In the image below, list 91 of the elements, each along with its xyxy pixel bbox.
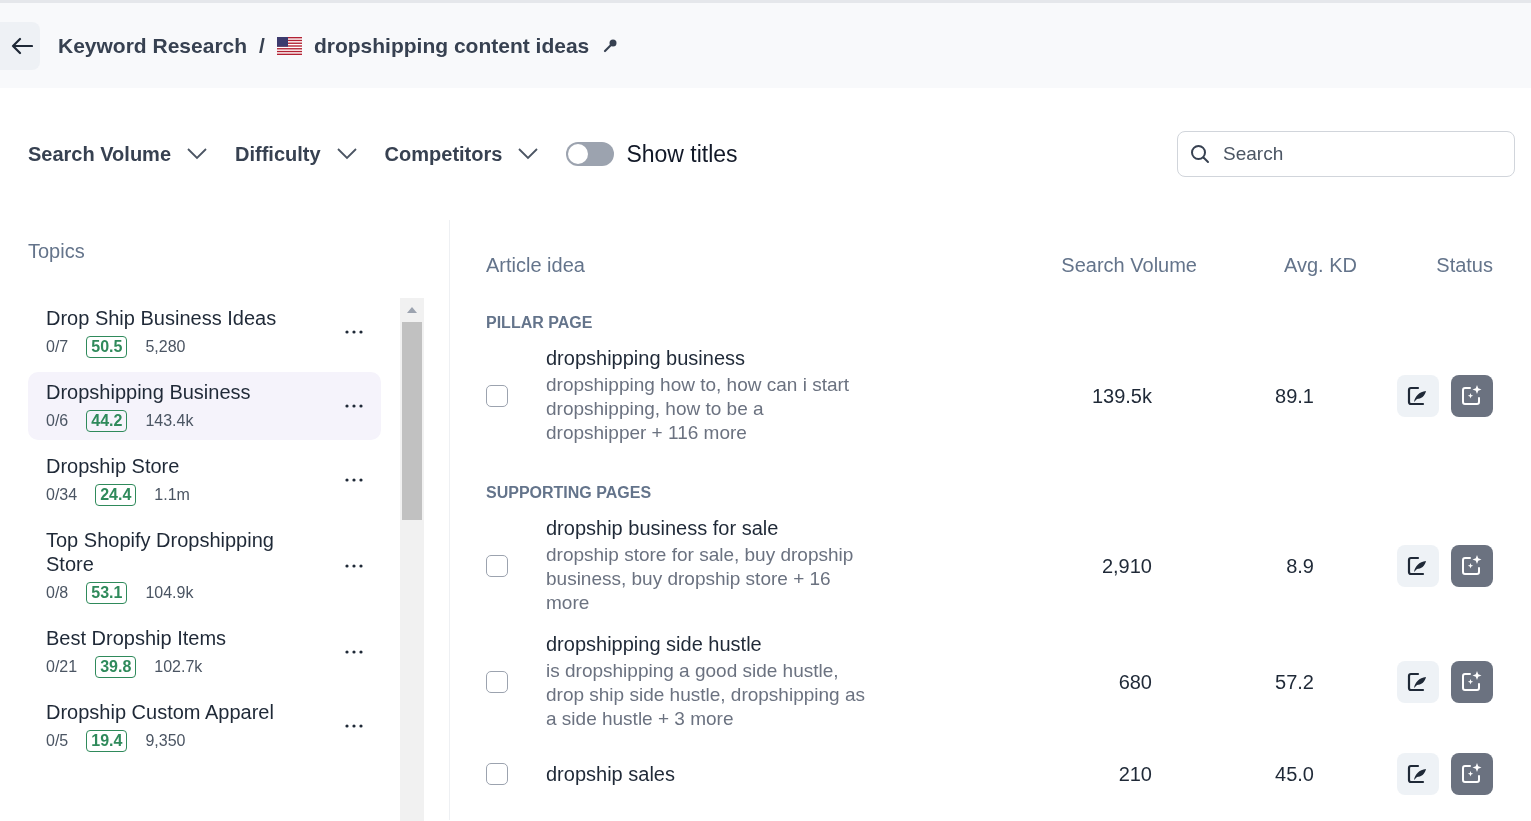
topic-volume: 102.7k (154, 658, 203, 676)
more-icon[interactable] (345, 330, 363, 334)
more-icon[interactable] (345, 724, 363, 728)
breadcrumb-link[interactable]: Keyword Research (58, 33, 248, 58)
topic-item[interactable]: Dropship Store 0/34 24.4 1.1m (28, 446, 381, 514)
topic-progress: 0/6 (46, 412, 69, 430)
back-button[interactable] (0, 21, 40, 70)
row-checkbox[interactable] (486, 555, 508, 577)
page-title: dropshipping content ideas (313, 33, 590, 58)
topic-progress: 0/7 (46, 338, 69, 356)
topic-item[interactable]: Dropship Custom Apparel 0/5 19.4 9,350 (28, 692, 381, 760)
topic-item[interactable]: Dropshipping Business 0/6 44.2 143.4k (28, 372, 381, 440)
write-button[interactable] (1397, 375, 1439, 417)
show-titles-toggle[interactable] (566, 142, 615, 166)
sparkle-icon (1460, 554, 1484, 578)
difficulty-badge: 44.2 (86, 410, 128, 432)
row-checkbox[interactable] (486, 763, 508, 785)
search-field[interactable]: Search (1177, 131, 1515, 177)
filter-dropdown[interactable]: Search Volume (28, 142, 208, 166)
topic-volume: 104.9k (145, 584, 194, 602)
more-icon[interactable] (345, 404, 363, 408)
keyword-title: dropshipping side hustle (546, 633, 763, 656)
section-heading: PILLAR PAGE (486, 314, 594, 332)
topic-name: Top Shopify Dropshipping Store (46, 528, 275, 576)
sparkle-icon (1460, 762, 1484, 786)
topic-progress: 0/5 (46, 732, 69, 750)
related-keywords: dropshipping how to, how can i start dropshipping, how to be a dropshipper + 116 more (546, 373, 851, 445)
flag-icon (276, 36, 302, 55)
difficulty-badge: 39.8 (95, 656, 137, 678)
scrollbar[interactable] (400, 298, 424, 821)
keyword-title: dropshipping business (546, 347, 747, 370)
row-checkbox[interactable] (486, 671, 508, 693)
topic-volume: 9,350 (145, 732, 186, 750)
key-icon[interactable] (603, 38, 618, 53)
write-button[interactable] (1397, 661, 1439, 703)
topic-item[interactable]: Top Shopify Dropshipping Store 0/8 53.1 104.9k (28, 520, 381, 612)
search-volume-value: 680 (1117, 670, 1152, 694)
keyword-title: dropship sales (546, 762, 676, 786)
ai-generate-button[interactable] (1451, 753, 1493, 795)
chevron-down-icon (518, 148, 539, 160)
search-volume-value: 139.5k (1090, 384, 1152, 408)
ai-generate-button[interactable] (1451, 375, 1493, 417)
filter-dropdown[interactable]: Competitors (384, 142, 539, 166)
filter-dropdown[interactable]: Difficulty (235, 142, 357, 166)
search-volume-value: 210 (1117, 762, 1152, 786)
topic-progress: 0/34 (46, 486, 78, 504)
section-heading: SUPPORTING PAGES (486, 484, 653, 502)
topic-volume: 5,280 (145, 338, 186, 356)
difficulty-badge: 24.4 (95, 484, 137, 506)
column-header: Search Volume (1060, 253, 1197, 277)
write-button[interactable] (1397, 545, 1439, 587)
topic-volume: 143.4k (145, 412, 194, 430)
topic-name: Drop Ship Business Ideas (46, 306, 278, 330)
kd-value: 8.9 (1285, 554, 1314, 578)
kd-value: 45.0 (1274, 762, 1314, 786)
difficulty-badge: 50.5 (86, 336, 128, 358)
chevron-down-icon (187, 148, 208, 160)
column-header: Status (1435, 253, 1493, 277)
write-button[interactable] (1397, 753, 1439, 795)
topic-volume: 1.1m (154, 486, 190, 504)
topic-progress: 0/21 (46, 658, 78, 676)
column-header: Avg. KD (1283, 253, 1357, 277)
more-icon[interactable] (345, 564, 363, 568)
topic-progress: 0/8 (46, 584, 69, 602)
topic-item[interactable]: Best Dropship Items 0/21 39.8 102.7k (28, 618, 381, 686)
column-header: Article idea (486, 253, 586, 277)
topic-name: Dropshipping Business (46, 380, 252, 404)
difficulty-badge: 19.4 (86, 730, 128, 752)
chevron-down-icon (336, 148, 357, 160)
ai-generate-button[interactable] (1451, 545, 1493, 587)
topic-name: Dropship Store (46, 454, 181, 478)
more-icon[interactable] (345, 650, 363, 654)
topic-item[interactable]: Drop Ship Business Ideas 0/7 50.5 5,280 (28, 298, 381, 366)
ai-generate-button[interactable] (1451, 661, 1493, 703)
related-keywords: is dropshipping a good side hustle, drop ship side hustle, dropshipping as a side hustle + 3 more (546, 659, 866, 731)
toggle-label: Show titles (626, 140, 738, 168)
difficulty-badge: 53.1 (86, 582, 128, 604)
more-icon[interactable] (345, 478, 363, 482)
kd-value: 57.2 (1274, 670, 1314, 694)
sparkle-icon (1460, 384, 1484, 408)
topic-name: Best Dropship Items (46, 626, 228, 650)
topics-heading: Topics (28, 240, 86, 264)
sparkle-icon (1460, 670, 1484, 694)
row-checkbox[interactable] (486, 385, 508, 407)
topic-name: Dropship Custom Apparel (46, 700, 275, 724)
keyword-title: dropship business for sale (546, 517, 780, 540)
search-volume-value: 2,910 (1100, 554, 1152, 578)
back-arrow-icon (11, 36, 33, 55)
kd-value: 89.1 (1274, 384, 1314, 408)
related-keywords: dropship store for sale, buy dropship business, buy dropship store + 16 more (546, 543, 855, 615)
breadcrumb-separator: / (259, 33, 265, 58)
